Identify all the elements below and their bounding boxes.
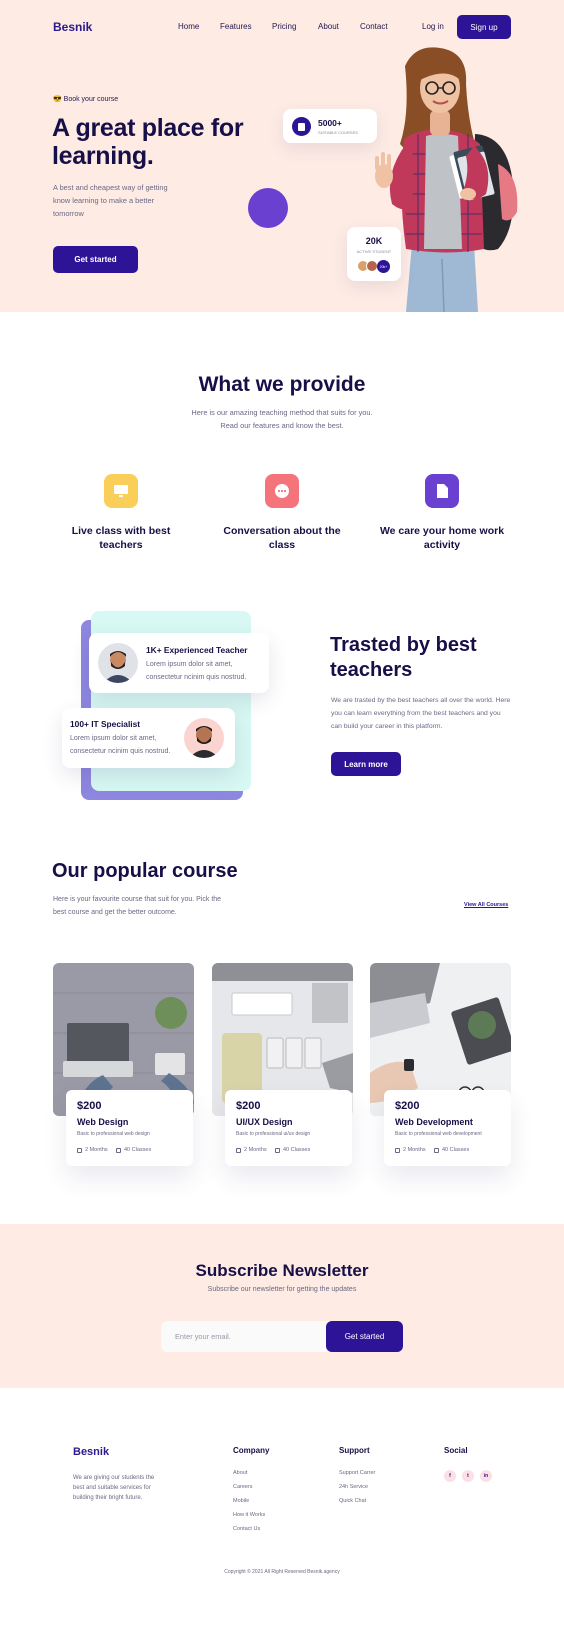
course-classes: 40 Classes [116,1147,151,1153]
feature-title-conversation: Conversation about the class [223,525,341,551]
provide-title: What we provide [198,373,366,396]
nav-pricing[interactable]: Pricing [272,22,296,31]
specialist-stat-title: 100+ IT Specialist [70,719,141,729]
footer-link-support-carrer[interactable]: Support Carrer [339,1470,375,1476]
hero-tag: 😎 Book your course [53,96,119,103]
footer-social-heading: Social [444,1446,468,1455]
course-name: Web Design [77,1117,129,1127]
nav-about[interactable]: About [318,22,339,31]
footer-description: We are giving our students the best and … [73,1475,155,1501]
facebook-icon[interactable]: f [444,1470,456,1482]
hero-section: Besnik Home Features Pricing About Conta… [0,0,564,312]
course-card[interactable]: $200 UI/UX Design Basic to professional … [225,1090,352,1166]
view-all-courses-link[interactable]: View All Courses [464,902,508,908]
twitter-icon[interactable]: t [462,1470,474,1482]
teacher-stat-text: Lorem ipsum dolor sit amet, consectetur … [146,661,247,681]
footer-link-24h-service[interactable]: 24h Service [339,1484,368,1490]
course-classes: 40 Classes [434,1147,469,1153]
learn-more-button[interactable]: Learn more [331,752,401,776]
course-duration: 2 Months [77,1147,108,1153]
course-name: Web Development [395,1117,473,1127]
bookmark-icon [275,1147,280,1153]
footer-support-heading: Support [339,1446,370,1455]
footer-link-about[interactable]: About [233,1470,247,1476]
subscribe-button[interactable]: Get started [326,1321,403,1352]
newsletter-subtitle: Subscribe our newsletter for getting the… [207,1286,357,1293]
hero-description: A best and cheapest way of getting know … [53,183,168,218]
feature-title-homework: We care your home work activity [379,525,505,551]
get-started-button[interactable]: Get started [53,246,138,273]
nav-features[interactable]: Features [220,22,252,31]
course-card[interactable]: $200 Web Design Basic to professional we… [66,1090,193,1166]
calendar-icon [395,1147,400,1153]
stat-students-label: ACTIVE STUDENT [356,249,392,254]
specialist-stat-card: 100+ IT Specialist Lorem ipsum dolor sit… [62,708,235,768]
stat-card-courses: 5000+ SUITABLE COURSES [283,109,377,143]
logo[interactable]: Besnik [53,20,92,34]
footer-link-mobile[interactable]: Mobile [233,1498,249,1504]
stat-courses-label: SUITABLE COURSES [318,130,358,135]
course-duration: 2 Months [395,1147,426,1153]
nav-home[interactable]: Home [178,22,199,31]
document-icon [425,474,459,508]
courses-title: Our popular course [52,860,238,882]
stat-card-students: 20K ACTIVE STUDENT 20k+ [347,227,401,281]
course-price: $200 [77,1100,102,1112]
footer-link-quick-chat[interactable]: Quick Chat [339,1498,366,1504]
decor-circle [248,188,288,228]
course-price: $200 [236,1100,261,1112]
stat-courses-value: 5000+ [318,118,342,128]
bookmark-icon [434,1147,439,1153]
email-field[interactable]: Enter your email. [161,1321,331,1352]
course-subtitle: Basic to professional web design [77,1131,150,1137]
newsletter-title: Subscribe Newsletter [195,1261,369,1280]
footer-link-contact[interactable]: Contact Us [233,1526,260,1532]
book-icon [292,117,311,136]
course-card[interactable]: $200 Web Development Basic to profession… [384,1090,511,1166]
stat-students-value: 20K [365,236,383,246]
bookmark-icon [116,1147,121,1153]
courses-description: Here is your favourite course that suit … [53,896,222,916]
monitor-icon [104,474,138,508]
signup-button[interactable]: Sign up [457,15,511,39]
avatar [184,718,224,758]
calendar-icon [236,1147,241,1153]
course-name: UI/UX Design [236,1117,293,1127]
course-price: $200 [395,1100,420,1112]
footer-link-careers[interactable]: Careers [233,1484,253,1490]
specialist-stat-text: Lorem ipsum dolor sit amet, consectetur … [70,735,171,755]
newsletter-section [0,1224,564,1388]
avatar [98,643,138,683]
course-duration: 2 Months [236,1147,267,1153]
nav-contact[interactable]: Contact [360,22,388,31]
footer-logo[interactable]: Besnik [73,1446,109,1458]
trusted-description: We are trasted by the best teachers all … [331,697,511,730]
chat-icon [265,474,299,508]
copyright: Copyright © 2021 All Right Reserved Besn… [224,1569,340,1575]
course-subtitle: Basic to professional web development [395,1131,482,1137]
teacher-stat-card: 1K+ Experienced Teacher Lorem ipsum dolo… [89,633,269,693]
hero-title: A great place for learning. [52,114,244,170]
students-count-badge: 20k+ [377,260,390,273]
calendar-icon [77,1147,82,1153]
feature-title-live-class: Live class with best teachers [71,525,171,551]
login-link[interactable]: Log in [422,22,444,31]
footer-company-heading: Company [233,1446,270,1455]
course-classes: 40 Classes [275,1147,310,1153]
provide-subtitle: Here is our amazing teaching method that… [191,408,373,430]
linkedin-icon[interactable]: in [480,1470,492,1482]
footer-link-how-it-works[interactable]: How it Works [233,1512,265,1518]
teacher-stat-title: 1K+ Experienced Teacher [146,645,248,655]
course-subtitle: Basic to professional ui/ux design [236,1131,311,1137]
trusted-title: Trasted by best teachers [330,634,477,681]
